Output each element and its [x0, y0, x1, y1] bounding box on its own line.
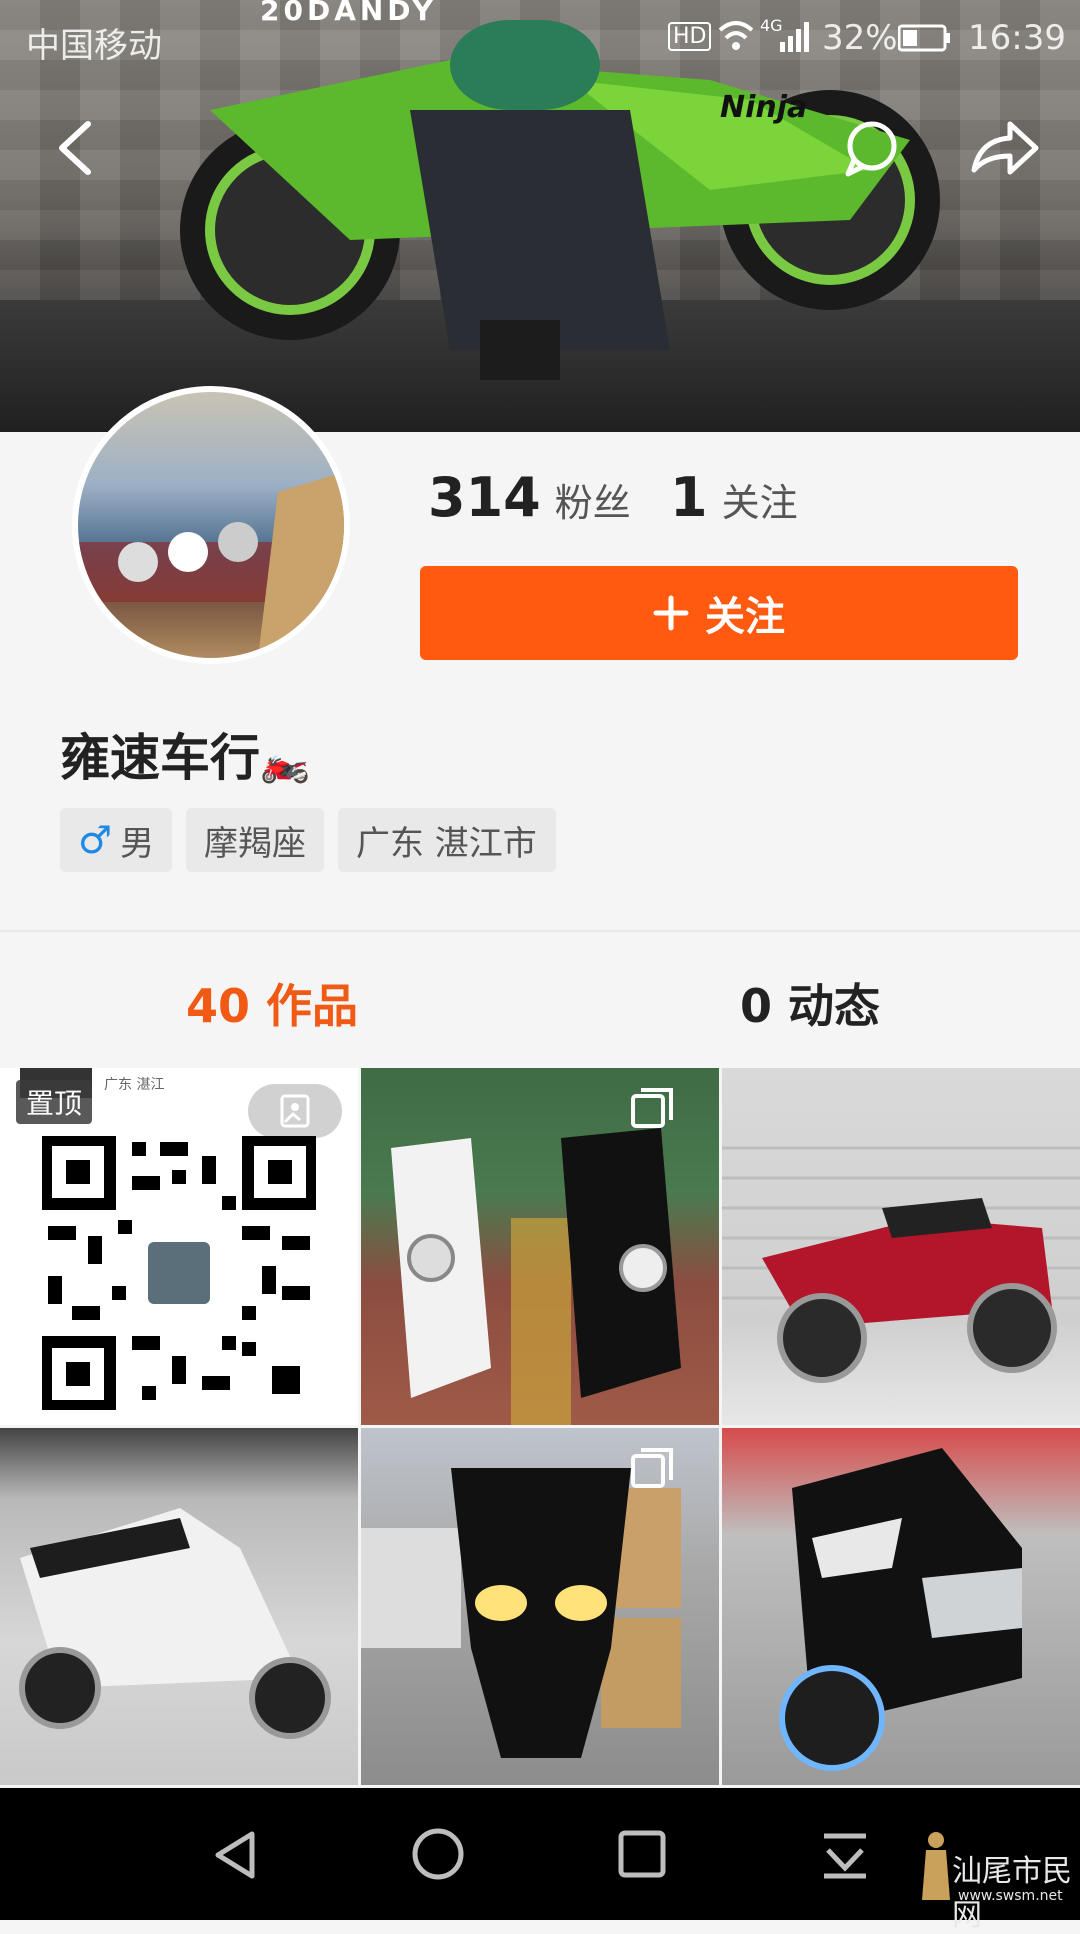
- battery-percent: 32%: [822, 18, 898, 58]
- clock: 16:39: [968, 18, 1066, 58]
- motorcycle-illustration: [180, 20, 940, 380]
- username: 雍速车行🏍️: [60, 718, 310, 790]
- followers-stat[interactable]: 314 粉丝: [428, 466, 631, 529]
- male-icon: ♂: [78, 818, 113, 862]
- system-nav-bar: 汕尾市民网 www.swsm.net: [0, 1788, 1080, 1933]
- grid-item-white-scooter[interactable]: [0, 1428, 358, 1785]
- following-label: 关注: [721, 481, 798, 525]
- nav-back-icon[interactable]: [208, 1828, 262, 1882]
- grid-item-black-scooter-front[interactable]: [361, 1428, 719, 1785]
- following-count: 1: [670, 466, 708, 529]
- username-text: 雍速车行: [60, 729, 260, 787]
- following-stat[interactable]: 1 关注: [670, 466, 798, 529]
- image-icon: [280, 1094, 310, 1128]
- back-icon[interactable]: [50, 118, 100, 178]
- battery-icon: [898, 24, 950, 52]
- message-icon[interactable]: [842, 118, 902, 178]
- cover-photo: 20DANDY Ninja: [0, 0, 1080, 432]
- tab-works-count: 40: [186, 979, 251, 1033]
- signal-icon: [780, 22, 809, 52]
- section-divider: [0, 930, 1080, 932]
- grid-item-red-scooter[interactable]: [722, 1068, 1080, 1425]
- multi-image-icon: [631, 1088, 673, 1128]
- red-scooter-graphic: [722, 1146, 1080, 1383]
- share-icon[interactable]: [970, 120, 1040, 176]
- gender-label: 男: [120, 823, 155, 864]
- white-scooter-graphic: [19, 1508, 331, 1739]
- follow-button-label: 关注: [705, 595, 785, 639]
- zodiac-label: 摩羯座: [204, 823, 306, 864]
- watermark-figure-icon: [922, 1832, 950, 1900]
- tab-works-label: 作品: [266, 979, 359, 1033]
- follow-button[interactable]: 关注: [420, 566, 1018, 660]
- location-label: 广东 湛江市: [356, 823, 537, 864]
- multi-image-icon-2: [631, 1448, 673, 1488]
- avatar-motorcycles-graphic: [78, 472, 344, 658]
- carrier-label: 中国移动: [26, 26, 162, 66]
- pinned-badge: 置顶: [16, 1080, 93, 1124]
- grid-item-qr[interactable]: 广东 湛江 置顶: [0, 1068, 358, 1425]
- qr-code-graphic: [42, 1136, 316, 1410]
- hd-indicator: HD: [668, 22, 712, 51]
- black-scooter-side-graphic: [779, 1448, 1022, 1771]
- nav-notification-icon[interactable]: [818, 1828, 872, 1882]
- avatar[interactable]: [72, 386, 350, 664]
- grid-item-black-scooter-side[interactable]: [722, 1428, 1080, 1785]
- plus-icon: [653, 595, 689, 631]
- location-tag: 广东 湛江市: [338, 808, 556, 872]
- gender-tag: ♂ 男: [60, 808, 172, 872]
- grid-item-caption: 广东 湛江: [104, 1077, 165, 1093]
- followers-label: 粉丝: [554, 481, 631, 525]
- grid-item-scooters-pair[interactable]: [361, 1068, 719, 1425]
- watermark-url: www.swsm.net: [958, 1888, 1063, 1904]
- tab-moments[interactable]: 0 动态: [740, 970, 880, 1036]
- cover-bike-text: Ninja: [720, 90, 808, 125]
- wifi-icon: [718, 21, 754, 50]
- tab-moments-count: 0: [740, 979, 773, 1033]
- followers-count: 314: [428, 466, 541, 529]
- photo-badge: [248, 1084, 342, 1138]
- tab-moments-label: 动态: [788, 979, 881, 1033]
- nav-home-icon[interactable]: [410, 1826, 466, 1882]
- zodiac-tag: 摩羯座: [186, 808, 324, 872]
- tab-works[interactable]: 40 作品: [186, 970, 358, 1036]
- motorcycle-emoji: 🏍️: [260, 739, 310, 785]
- nav-recent-icon[interactable]: [616, 1828, 668, 1880]
